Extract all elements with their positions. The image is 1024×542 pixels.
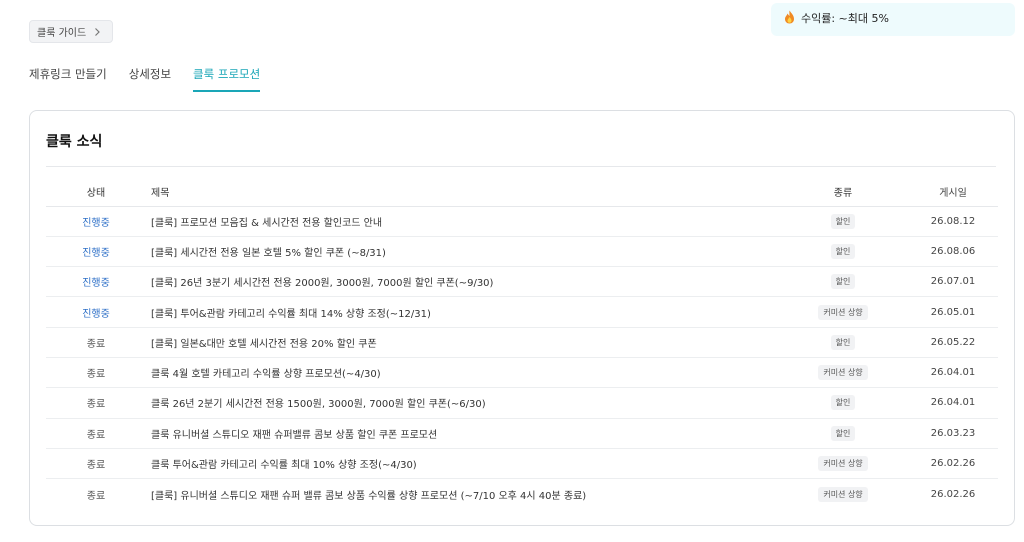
date-cell: 26.07.01 — [908, 266, 998, 298]
type-badge: 할인 — [830, 274, 856, 290]
type-badge: 커미션 상향 — [818, 486, 868, 502]
type-badge: 할인 — [830, 334, 856, 350]
date-cell: 26.03.23 — [908, 418, 998, 449]
date-cell: 26.05.01 — [908, 296, 998, 328]
header-type: 종류 — [778, 177, 908, 207]
date-cell: 26.04.01 — [908, 387, 998, 419]
date-cell: 26.02.26 — [930, 488, 976, 500]
chevron-right-icon — [92, 27, 102, 37]
revenue-text: 수익률: ~최대 5% — [801, 12, 889, 25]
status-cell: 진행중 — [46, 236, 146, 268]
row-title-link[interactable]: 클룩 유니버셜 스튜디오 재팬 슈퍼밸류 콤보 상품 할인 쿠폰 프로모션 — [151, 430, 437, 441]
table-row[interactable]: 진행중 [클룩] 프로모션 모음집 & 세시간전 전용 할인코드 안내 할인 2… — [46, 206, 998, 237]
table-row[interactable]: 종료 클룩 유니버셜 스튜디오 재팬 슈퍼밸류 콤보 상품 할인 쿠폰 프로모션… — [46, 418, 998, 449]
table-row[interactable]: 종료 [클룩] 유니버셜 스튜디오 재팬 슈퍼 밸류 콤보 상품 수익률 상향 … — [46, 479, 998, 509]
type-badge: 커미션 상향 — [818, 365, 868, 381]
row-title-link[interactable]: [클룩] 유니버셜 스튜디오 재팬 슈퍼 밸류 콤보 상품 수익률 상향 프로모… — [151, 491, 586, 502]
status-cell: 종료 — [46, 418, 146, 449]
row-title-link[interactable]: [클룩] 세시간전 전용 일본 호텔 5% 할인 쿠폰 (~8/31) — [151, 248, 386, 259]
table-row[interactable]: 종료 클룩 26년 2분기 세시간전 전용 1500원, 3000원, 7000… — [46, 387, 998, 419]
news-panel: 클룩 소식 상태 제목 종류 게시일 진행중 [클룩] 프로모션 모음집 & 세… — [29, 110, 1015, 526]
divider — [46, 166, 996, 167]
status-cell: 진행중 — [46, 266, 146, 298]
status-cell: 진행중 — [46, 206, 146, 237]
guide-label: 클룩 가이드 — [37, 28, 87, 39]
date-cell: 26.02.26 — [908, 448, 998, 480]
date-cell: 26.05.22 — [908, 327, 998, 358]
tab-bar: 제휴링크 만들기 상세정보 클룩 프로모션 — [29, 66, 261, 92]
status-cell: 종료 — [86, 490, 106, 502]
tab-details[interactable]: 상세정보 — [129, 66, 171, 92]
table-row[interactable]: 종료 [클룩] 일본&대만 호텔 세시간전 전용 20% 할인 쿠폰 할인 26… — [46, 327, 998, 358]
promotion-table: 상태 제목 종류 게시일 진행중 [클룩] 프로모션 모음집 & 세시간전 전용… — [46, 177, 998, 509]
type-badge: 커미션 상향 — [818, 304, 868, 320]
type-badge: 할인 — [830, 395, 856, 411]
type-badge: 할인 — [830, 213, 856, 229]
type-badge: 커미션 상향 — [818, 456, 868, 472]
row-title-link[interactable]: 클룩 4월 호텔 카테고리 수익률 상향 프로모션(~4/30) — [151, 369, 381, 380]
panel-title: 클룩 소식 — [46, 134, 103, 150]
header-title: 제목 — [146, 177, 778, 207]
header-date: 게시일 — [908, 177, 998, 207]
status-cell: 종료 — [46, 448, 146, 480]
tab-promotion[interactable]: 클룩 프로모션 — [193, 66, 261, 92]
status-cell: 진행중 — [46, 296, 146, 328]
row-title-link[interactable]: [클룩] 투어&관람 카테고리 수익률 최대 14% 상향 조정(~12/31) — [151, 309, 431, 320]
tab-create-link[interactable]: 제휴링크 만들기 — [29, 66, 107, 92]
date-cell: 26.04.01 — [908, 357, 998, 389]
revenue-banner: 수익률: ~최대 5% — [771, 3, 1015, 36]
table-row[interactable]: 종료 클룩 4월 호텔 카테고리 수익률 상향 프로모션(~4/30) 커미션 … — [46, 357, 998, 389]
type-badge: 할인 — [830, 425, 856, 441]
header-status: 상태 — [46, 177, 146, 207]
table-header-row: 상태 제목 종류 게시일 — [46, 177, 998, 207]
row-title-link[interactable]: [클룩] 프로모션 모음집 & 세시간전 전용 할인코드 안내 — [151, 218, 382, 229]
table-row[interactable]: 진행중 [클룩] 세시간전 전용 일본 호텔 5% 할인 쿠폰 (~8/31) … — [46, 236, 998, 268]
table-row[interactable]: 진행중 [클룩] 투어&관람 카테고리 수익률 최대 14% 상향 조정(~12… — [46, 296, 998, 328]
row-title-link[interactable]: [클룩] 일본&대만 호텔 세시간전 전용 20% 할인 쿠폰 — [151, 339, 377, 350]
row-title-link[interactable]: 클룩 투어&관람 카테고리 수익률 최대 10% 상향 조정(~4/30) — [151, 460, 417, 471]
fire-icon — [784, 10, 795, 24]
table-row[interactable]: 종료 클룩 투어&관람 카테고리 수익률 최대 10% 상향 조정(~4/30)… — [46, 448, 998, 480]
row-title-link[interactable]: 클룩 26년 2분기 세시간전 전용 1500원, 3000원, 7000원 할… — [151, 399, 486, 410]
status-cell: 종료 — [46, 387, 146, 419]
table-row[interactable]: 진행중 [클룩] 26년 3분기 세시간전 전용 2000원, 3000원, 7… — [46, 266, 998, 298]
status-cell: 종료 — [46, 357, 146, 389]
status-cell: 종료 — [46, 327, 146, 358]
guide-button[interactable]: 클룩 가이드 — [29, 20, 114, 43]
row-title-link[interactable]: [클룩] 26년 3분기 세시간전 전용 2000원, 3000원, 7000원… — [151, 278, 493, 289]
date-cell: 26.08.12 — [908, 206, 998, 237]
type-badge: 할인 — [830, 243, 856, 259]
date-cell: 26.08.06 — [908, 236, 998, 268]
